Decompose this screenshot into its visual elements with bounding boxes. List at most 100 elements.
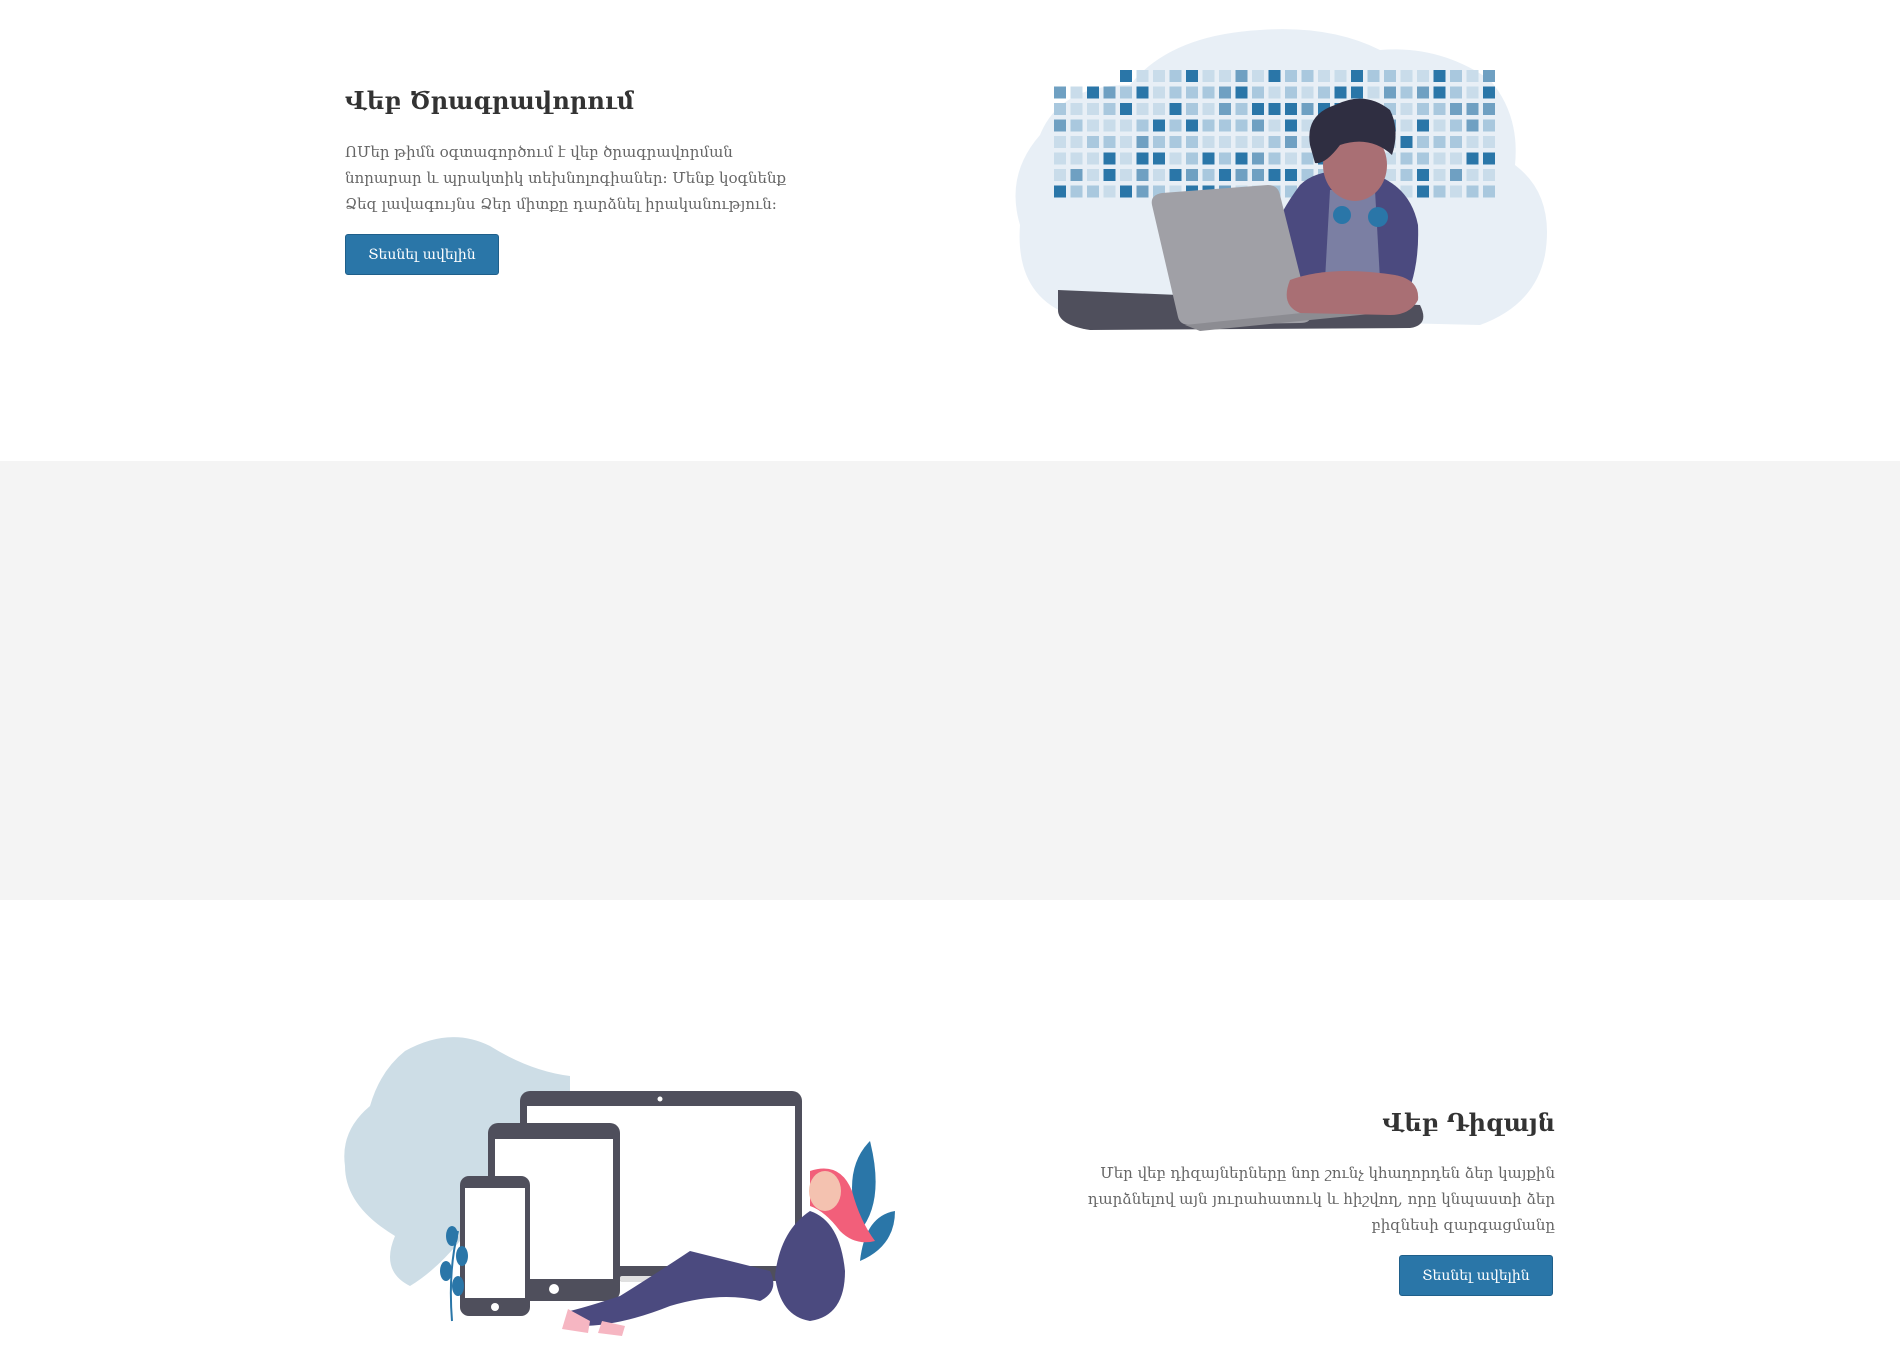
pixel-grid-cell [1450, 152, 1462, 165]
pixel-grid-cell [1054, 119, 1066, 132]
pixel-grid-cell [1466, 169, 1479, 181]
tablet-home-button [549, 1284, 559, 1294]
pixel-grid-cell [1169, 103, 1182, 115]
pixel-grid-cell [1400, 86, 1413, 99]
pixel-grid-cell [1235, 136, 1248, 148]
pixel-grid-cell [1450, 103, 1462, 115]
pixel-grid-cell [1070, 185, 1083, 198]
pixel-grid-cell [1202, 169, 1215, 181]
pixel-grid-cell [1433, 136, 1446, 148]
pixel-grid-cell [1087, 86, 1099, 99]
pixel-grid-cell [1252, 103, 1264, 115]
pixel-grid-cell [1433, 152, 1446, 165]
pixel-grid-cell [1268, 86, 1281, 99]
web-design-description: Մեր վեբ դիզայներները նոր շունչ կհաղորդեն… [1087, 1164, 1555, 1234]
web-programming-see-more-button[interactable]: Տեսնել ավելին [345, 234, 499, 275]
web-design-section: Վեբ Դիզայն Մեր վեբ դիզայներները նոր շուն… [0, 461, 1900, 1336]
pixel-grid-cell [1120, 152, 1132, 165]
pixel-grid-cell [1433, 70, 1446, 82]
pixel-grid-cell [1417, 136, 1429, 148]
pixel-grid-cell [1136, 185, 1149, 198]
pixel-grid-cell [1070, 86, 1083, 99]
pixel-grid-cell [1070, 119, 1083, 132]
pixel-grid-cell [1252, 152, 1264, 165]
plant-leaf [446, 1226, 458, 1246]
pixel-grid-cell [1136, 103, 1149, 115]
pixel-grid-cell [1301, 70, 1314, 82]
pixel-grid-cell [1235, 70, 1248, 82]
pixel-grid-cell [1103, 119, 1116, 132]
pixel-grid-cell [1136, 152, 1149, 165]
pixel-grid-cell [1202, 136, 1215, 148]
pixel-grid-cell [1433, 119, 1446, 132]
pixel-grid-cell [1433, 86, 1446, 99]
pixel-grid-cell [1169, 70, 1182, 82]
monitor-camera [657, 1096, 663, 1102]
pixel-grid-cell [1153, 169, 1165, 181]
pixel-grid-cell [1334, 70, 1347, 82]
pixel-grid-cell [1087, 185, 1099, 198]
pixel-grid-cell [1169, 136, 1182, 148]
pixel-grid-cell [1235, 152, 1248, 165]
headphones-left [1333, 206, 1351, 224]
pixel-grid-cell [1120, 119, 1132, 132]
pixel-grid-cell [1054, 103, 1066, 115]
phone-home-button [491, 1303, 499, 1311]
pixel-grid-cell [1202, 70, 1215, 82]
pixel-grid-cell [1103, 152, 1116, 165]
pixel-grid-cell [1087, 152, 1099, 165]
pixel-grid-cell [1318, 70, 1330, 82]
pixel-grid-cell [1384, 86, 1396, 99]
pixel-grid-cell [1087, 103, 1099, 115]
pixel-grid-cell [1202, 103, 1215, 115]
pixel-grid-cell [1450, 119, 1462, 132]
pixel-grid-cell [1186, 70, 1198, 82]
pixel-grid-cell [1301, 86, 1314, 99]
pixel-grid-cell [1466, 152, 1479, 165]
pixel-grid-cell [1252, 86, 1264, 99]
pixel-grid-cell [1351, 70, 1363, 82]
pixel-grid-cell [1483, 103, 1495, 115]
pixel-grid-cell [1054, 169, 1066, 181]
web-design-see-more-button[interactable]: Տեսնել ավելին [1399, 1255, 1553, 1296]
pixel-grid-cell [1186, 119, 1198, 132]
pixel-grid-cell [1252, 136, 1264, 148]
woman-head [809, 1171, 841, 1211]
pixel-grid-cell [1186, 86, 1198, 99]
pixel-grid-cell [1054, 152, 1066, 165]
pixel-grid-cell [1384, 70, 1396, 82]
pixel-grid-cell [1070, 152, 1083, 165]
pixel-grid-cell [1136, 169, 1149, 181]
pixel-grid-cell [1120, 136, 1132, 148]
person-arm [1286, 271, 1419, 315]
person-shirt [1325, 190, 1380, 280]
pixel-grid-cell [1219, 86, 1231, 99]
pixel-grid-cell [1285, 103, 1297, 115]
web-programming-description: ՈՄեր թիմն օգտագործում է վեբ ծրագրավորման… [345, 143, 787, 213]
pixel-grid-cell [1417, 86, 1429, 99]
pixel-grid-cell [1169, 169, 1182, 181]
pixel-grid-cell [1466, 103, 1479, 115]
pixel-grid-cell [1285, 169, 1297, 181]
pixel-grid-cell [1219, 136, 1231, 148]
pixel-grid-cell [1450, 169, 1462, 181]
pixel-grid-cell [1202, 119, 1215, 132]
pixel-grid-cell [1136, 70, 1149, 82]
pixel-grid-cell [1285, 70, 1297, 82]
programmer-illustration [1015, 29, 1547, 331]
pixel-grid-cell [1466, 119, 1479, 132]
pixel-grid-cell [1417, 70, 1429, 82]
pixel-grid-cell [1136, 86, 1149, 99]
pixel-grid-cell [1169, 119, 1182, 132]
pixel-grid-cell [1186, 169, 1198, 181]
plant-leaf [452, 1276, 464, 1296]
pixel-grid-cell [1450, 136, 1462, 148]
pixel-grid-cell [1153, 86, 1165, 99]
pixel-grid-cell [1268, 119, 1281, 132]
pixel-grid-cell [1367, 70, 1380, 82]
pixel-grid-cell [1433, 185, 1446, 198]
pixel-grid-cell [1466, 70, 1479, 82]
pixel-grid-cell [1202, 86, 1215, 99]
pixel-grid-cell [1153, 119, 1165, 132]
pixel-grid-cell [1219, 169, 1231, 181]
